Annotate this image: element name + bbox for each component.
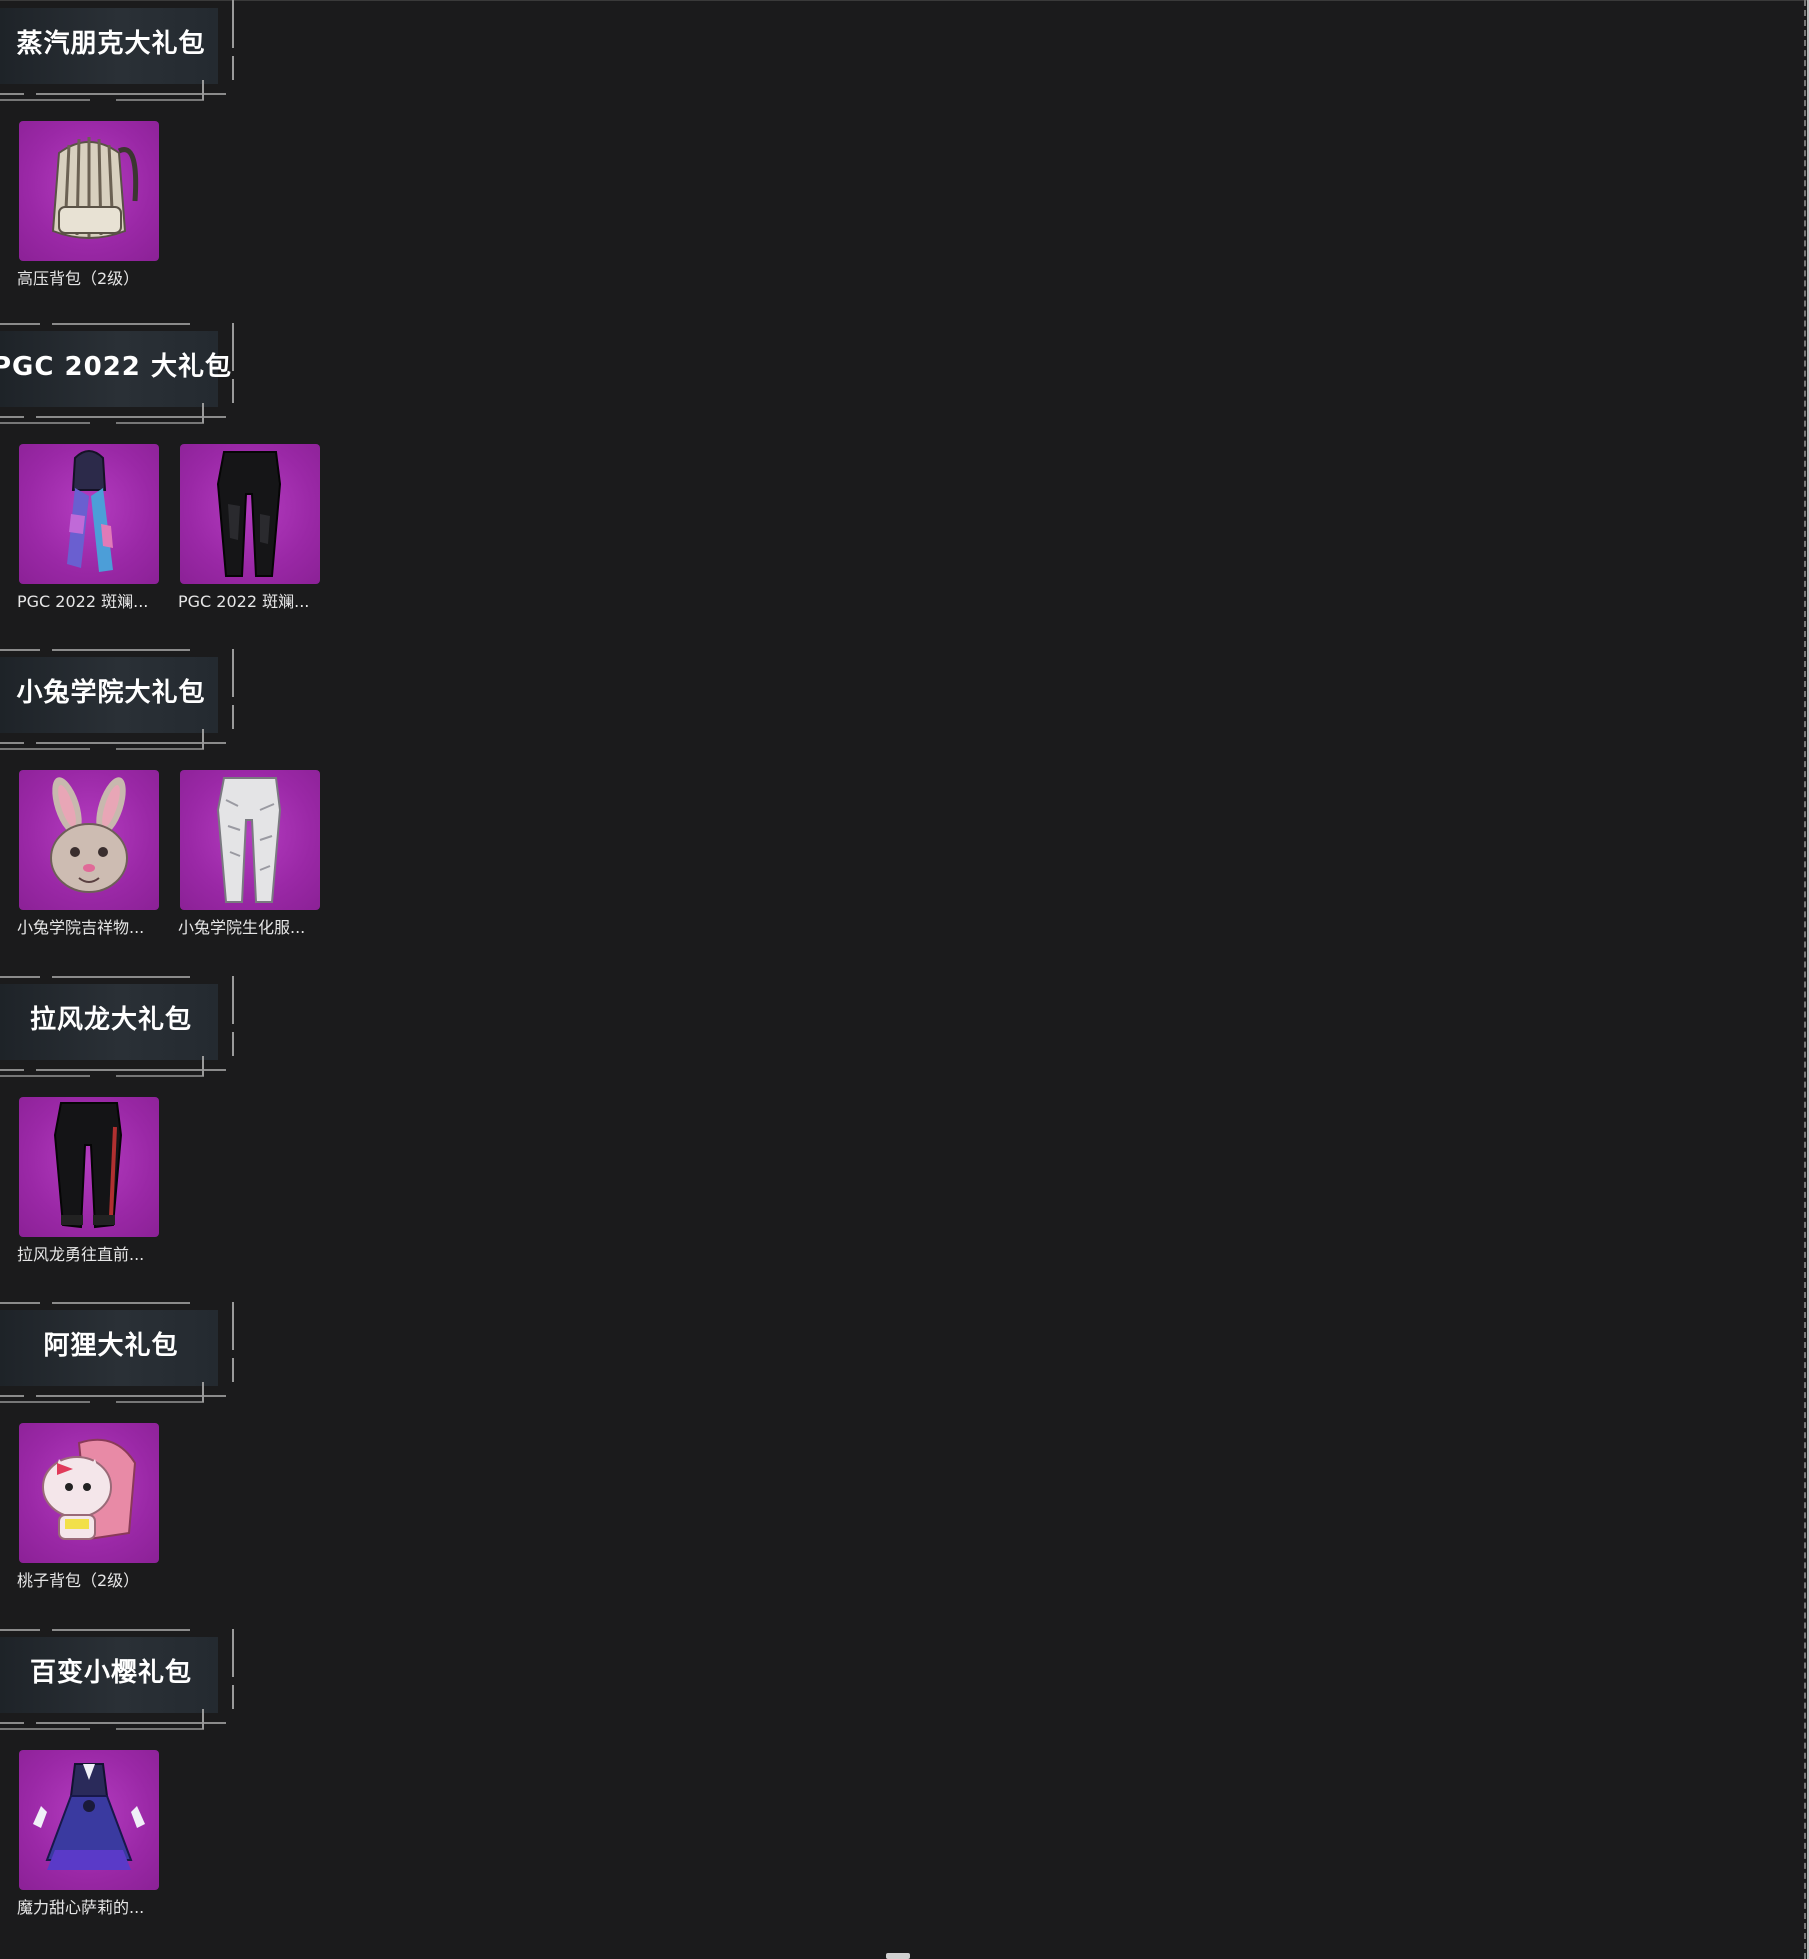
item-card[interactable]: PGC 2022 斑斓... — [17, 444, 161, 616]
item-thumbnail[interactable] — [19, 1423, 159, 1563]
pants-icon — [53, 1102, 123, 1229]
item-card[interactable]: 拉风龙勇往直前... — [17, 1097, 161, 1269]
header-decor-line — [232, 0, 234, 80]
item-thumbnail[interactable] — [19, 121, 159, 261]
section-header: 百变小樱礼包 — [0, 1629, 234, 1730]
dress-icon — [33, 1763, 145, 1870]
item-label: 高压背包（2级） — [17, 269, 140, 288]
header-decor-line — [0, 422, 204, 424]
header-decor-line — [232, 1629, 234, 1709]
right-frame-dashed — [1803, 0, 1806, 1959]
item-card[interactable]: 高压背包（2级） — [17, 121, 161, 293]
item-thumbnail[interactable] — [19, 770, 159, 910]
item-thumbnail[interactable] — [19, 1750, 159, 1890]
header-decor-line — [0, 1401, 204, 1403]
item-thumbnail[interactable] — [180, 444, 320, 584]
section-header: PGC 2022 大礼包 — [0, 323, 234, 424]
item-label: PGC 2022 斑斓... — [17, 592, 149, 611]
section-header: 拉风龙大礼包 — [0, 976, 234, 1077]
section-title: 小兔学院大礼包 — [16, 678, 206, 708]
item-card[interactable]: PGC 2022 斑斓... — [178, 444, 322, 616]
rabbit-mask-icon — [50, 777, 128, 893]
item-label: 小兔学院吉祥物... — [17, 918, 145, 937]
section-title: PGC 2022 大礼包 — [0, 352, 232, 382]
scarf-hood-icon — [67, 450, 113, 572]
header-decor-line — [0, 976, 234, 978]
header-decor-line — [0, 742, 226, 744]
header-decor-line — [0, 99, 204, 101]
item-thumbnail[interactable] — [19, 444, 159, 584]
header-decor-line — [202, 1382, 204, 1402]
item-label: 拉风龙勇往直前... — [17, 1245, 145, 1264]
item-label: 桃子背包（2级） — [17, 1571, 140, 1590]
item-card[interactable]: 魔力甜心萨莉的... — [17, 1750, 161, 1922]
backpack-icon — [51, 137, 139, 239]
header-decor-line — [0, 323, 234, 325]
header-decor-line — [232, 976, 234, 1056]
header-decor-line — [0, 1722, 226, 1724]
item-label: 魔力甜心萨莉的... — [17, 1898, 145, 1917]
item-thumbnail[interactable] — [19, 1097, 159, 1237]
pants-icon — [216, 777, 282, 903]
section-title: 阿狸大礼包 — [43, 1331, 179, 1361]
section-title: 百变小樱礼包 — [29, 1658, 192, 1688]
header-decor-line — [202, 1056, 204, 1076]
header-decor-line — [232, 649, 234, 729]
header-decor-line — [202, 729, 204, 749]
header-decor-line — [0, 1075, 204, 1077]
header-decor-line — [202, 403, 204, 423]
header-decor-line — [0, 748, 204, 750]
item-card[interactable]: 小兔学院生化服... — [178, 770, 322, 942]
header-decor-line — [202, 1709, 204, 1729]
header-decor-line — [0, 1069, 226, 1071]
item-label: 小兔学院生化服... — [178, 918, 306, 937]
pants-icon — [216, 451, 282, 577]
header-decor-line — [0, 1629, 234, 1631]
header-decor-line — [0, 1302, 234, 1304]
item-label: PGC 2022 斑斓... — [178, 592, 310, 611]
item-card[interactable]: 小兔学院吉祥物... — [17, 770, 161, 942]
header-decor-line — [0, 416, 226, 418]
header-decor-line — [0, 649, 234, 651]
top-border — [0, 0, 1809, 1]
scroll-indicator[interactable] — [886, 1953, 910, 1959]
item-thumbnail[interactable] — [180, 770, 320, 910]
pink-backpack-icon — [42, 1438, 137, 1541]
section-header: 小兔学院大礼包 — [0, 649, 234, 750]
section-header: 蒸汽朋克大礼包 — [0, 0, 234, 101]
header-decor-line — [0, 1395, 226, 1397]
header-decor-line — [0, 93, 226, 95]
header-decor-line — [202, 80, 204, 100]
section-header: 阿狸大礼包 — [0, 1302, 234, 1403]
header-decor-line — [0, 1728, 204, 1730]
item-card[interactable]: 桃子背包（2级） — [17, 1423, 161, 1595]
section-title: 拉风龙大礼包 — [29, 1005, 192, 1035]
section-title: 蒸汽朋克大礼包 — [16, 29, 206, 59]
header-decor-line — [232, 1302, 234, 1382]
